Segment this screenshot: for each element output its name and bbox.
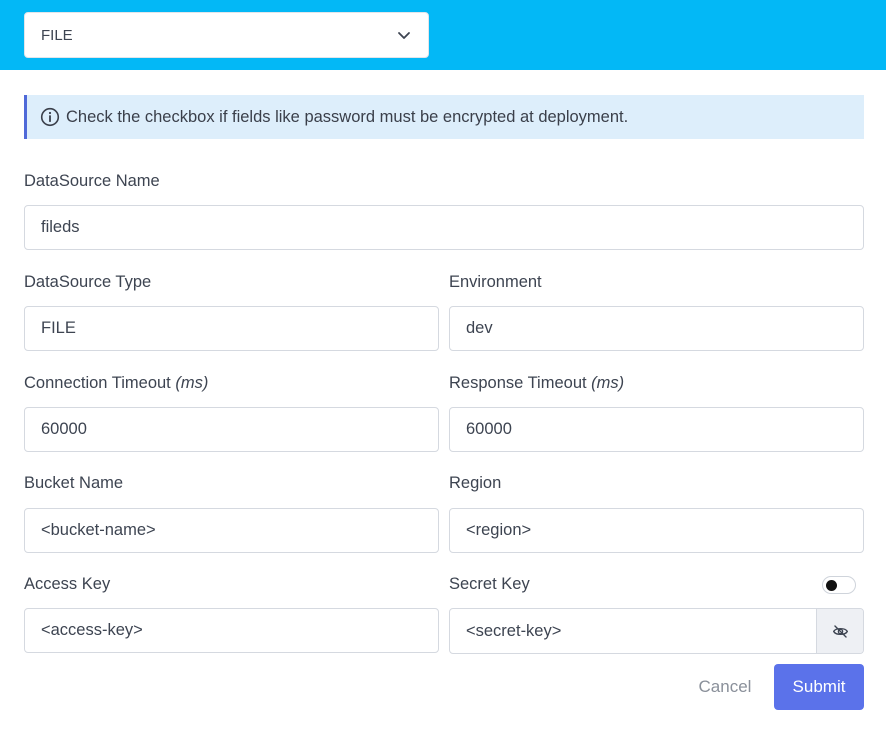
datasource-type-value: FILE <box>41 319 76 337</box>
info-banner-text: Check the checkbox if fields like passwo… <box>66 107 629 126</box>
access-key-value: <access-key> <box>41 621 143 639</box>
access-key-label: Access Key <box>24 575 111 593</box>
type-select-value: FILE <box>41 26 73 44</box>
access-key-input[interactable]: <access-key> <box>24 608 439 653</box>
cancel-button[interactable]: Cancel <box>684 664 766 710</box>
environment-value: dev <box>466 319 493 337</box>
datasource-name-label: DataSource Name <box>24 172 160 190</box>
response-timeout-label-text: Response Timeout <box>449 374 587 392</box>
response-timeout-input[interactable]: 60000 <box>449 407 864 452</box>
datasource-type-select[interactable]: FILE <box>24 12 429 58</box>
bucket-name-value: <bucket-name> <box>41 521 156 539</box>
secret-key-value: <secret-key> <box>466 621 562 640</box>
connection-timeout-label: Connection Timeout (ms) <box>24 374 208 393</box>
bucket-name-label: Bucket Name <box>24 474 124 492</box>
response-timeout-unit: (ms) <box>591 374 625 392</box>
connection-timeout-label-text: Connection Timeout <box>24 374 171 392</box>
secret-key-label: Secret Key <box>449 575 530 593</box>
toggle-visibility-button[interactable] <box>816 609 863 653</box>
toggle-knob <box>826 580 837 591</box>
response-timeout-label: Response Timeout (ms) <box>449 374 624 393</box>
datasource-type-input[interactable]: FILE <box>24 306 439 351</box>
secret-key-group: <secret-key> <box>449 608 864 654</box>
response-timeout-value: 60000 <box>466 420 512 438</box>
region-value: <region> <box>466 521 532 539</box>
connection-timeout-value: 60000 <box>41 420 87 438</box>
datasource-name-value: fileds <box>41 218 80 236</box>
header-bar: FILE <box>0 0 886 70</box>
environment-input[interactable]: dev <box>449 306 864 351</box>
info-circle-icon <box>40 107 60 127</box>
datasource-name-input[interactable]: fileds <box>24 205 864 250</box>
info-banner: Check the checkbox if fields like passwo… <box>24 95 864 139</box>
eye-slash-icon <box>832 624 848 638</box>
connection-timeout-unit: (ms) <box>175 374 209 392</box>
bucket-name-input[interactable]: <bucket-name> <box>24 508 439 553</box>
encrypt-toggle[interactable] <box>822 576 856 594</box>
region-input[interactable]: <region> <box>449 508 864 553</box>
chevron-down-icon <box>398 32 410 39</box>
datasource-type-label: DataSource Type <box>24 273 152 291</box>
submit-button[interactable]: Submit <box>774 664 864 710</box>
secret-key-input[interactable]: <secret-key> <box>450 609 816 653</box>
region-label: Region <box>449 474 502 492</box>
environment-label: Environment <box>449 273 542 291</box>
connection-timeout-input[interactable]: 60000 <box>24 407 439 452</box>
